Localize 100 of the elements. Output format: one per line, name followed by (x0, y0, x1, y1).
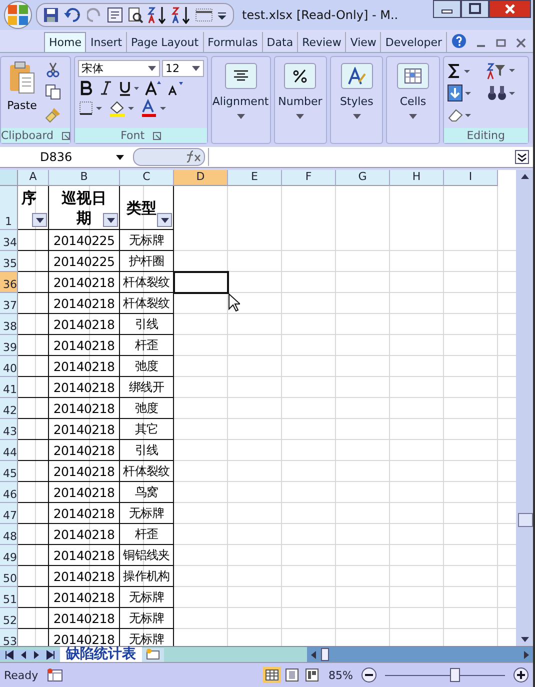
column-header[interactable]: H (390, 170, 444, 186)
column-header[interactable]: G (336, 170, 390, 186)
scroll-down-icon[interactable] (520, 635, 530, 643)
column-header[interactable]: A (18, 170, 49, 186)
page-break-icon[interactable] (302, 667, 321, 683)
column-header[interactable]: B (49, 170, 120, 186)
sort-filter-icon[interactable] (486, 62, 516, 80)
brush-icon[interactable] (45, 106, 61, 123)
underline-icon[interactable] (118, 80, 140, 96)
ribbon-group-button[interactable]: Cells (386, 56, 440, 144)
column-header[interactable]: C (120, 170, 174, 186)
scroll-left-icon[interactable] (310, 650, 318, 660)
sum-icon[interactable] (446, 63, 473, 80)
copy-icon[interactable] (45, 84, 61, 100)
row-header[interactable]: 34 (0, 230, 18, 251)
caret-icon (192, 66, 200, 71)
binoculars-icon[interactable] (486, 84, 516, 102)
table-cell: 20140218 (49, 461, 120, 482)
scroll-up-icon[interactable] (520, 173, 530, 181)
fill-color-icon[interactable] (108, 99, 136, 117)
font-color-icon[interactable] (140, 99, 168, 117)
table-cell: 杆体裂纹 (120, 293, 174, 314)
macro-record-icon[interactable] (46, 668, 64, 682)
active-cell[interactable] (173, 271, 229, 294)
column-header[interactable]: D (174, 170, 228, 186)
row-header[interactable]: 42 (0, 398, 18, 419)
sort-descending-icon[interactable] (171, 6, 191, 24)
help-icon[interactable] (451, 33, 467, 49)
horizontal-scrollbar[interactable] (307, 647, 533, 662)
row-header[interactable]: 50 (0, 566, 18, 587)
row-header[interactable]: 41 (0, 377, 18, 398)
column-header[interactable]: I (444, 170, 498, 186)
grow-font-icon[interactable] (144, 80, 162, 96)
paste-button[interactable]: Paste (5, 59, 39, 126)
row-header[interactable]: 36 (0, 272, 18, 293)
filter-button[interactable] (32, 213, 47, 227)
font-size-field[interactable]: 12 (162, 60, 204, 77)
row-header[interactable]: 46 (0, 482, 18, 503)
scroll-thumb[interactable] (518, 513, 533, 527)
last-sheet-icon[interactable] (46, 650, 56, 660)
close-icon (503, 3, 517, 15)
insert-function-button[interactable] (133, 148, 205, 166)
close-button[interactable] (489, 0, 531, 18)
sheet-tab[interactable]: 缺陷统计表 (60, 647, 142, 662)
row-header[interactable]: 43 (0, 419, 18, 440)
undo-icon[interactable] (63, 7, 83, 23)
table-icon[interactable] (195, 7, 213, 23)
table-cell: 20140218 (49, 440, 120, 461)
row-header[interactable]: 35 (0, 251, 18, 272)
row-header[interactable]: 51 (0, 587, 18, 608)
form-icon[interactable] (107, 7, 123, 23)
first-sheet-icon[interactable] (4, 650, 14, 660)
insert-sheet-button[interactable] (142, 648, 164, 662)
ribbon-group-button[interactable]: Styles (330, 56, 384, 144)
dialog-launcher-icon[interactable] (62, 132, 70, 140)
row-header[interactable]: 44 (0, 440, 18, 461)
filter-button[interactable] (157, 213, 172, 227)
row-header[interactable]: 49 (0, 545, 18, 566)
office-button[interactable] (4, 1, 32, 29)
expand-icon[interactable] (515, 150, 529, 164)
font-name-field[interactable]: 宋体 (78, 60, 160, 77)
close-icon[interactable] (515, 37, 527, 49)
scroll-right-icon[interactable] (522, 650, 530, 660)
borders-icon[interactable] (78, 100, 104, 116)
minimize-button[interactable] (433, 0, 461, 18)
filter-button[interactable] (103, 213, 118, 227)
save-icon[interactable] (43, 7, 59, 23)
row-header[interactable]: 47 (0, 503, 18, 524)
row-header[interactable]: 53 (0, 629, 18, 646)
maximize-button[interactable] (461, 0, 489, 18)
shrink-font-icon[interactable] (166, 80, 184, 96)
vertical-scrollbar[interactable] (516, 170, 533, 646)
fill-down-icon[interactable] (446, 84, 473, 102)
zoom-in-icon[interactable] (513, 667, 529, 683)
column-header[interactable]: E (228, 170, 282, 186)
row-header[interactable]: 45 (0, 461, 18, 482)
cut-icon[interactable] (45, 62, 61, 78)
eraser-icon[interactable] (446, 106, 473, 123)
zoom-slider[interactable] (450, 668, 460, 682)
name-box[interactable]: D836 (0, 150, 130, 164)
page-layout-icon[interactable] (282, 667, 301, 683)
restore-icon[interactable] (495, 37, 507, 49)
row-header[interactable]: 38 (0, 314, 18, 335)
normal-view-icon[interactable] (262, 667, 281, 683)
row-header[interactable]: 1 (0, 186, 18, 230)
print-preview-icon[interactable] (127, 7, 143, 23)
sort-ascending-icon[interactable] (147, 6, 167, 24)
ribbon-group-button[interactable]: Alignment (210, 56, 271, 144)
row-header[interactable]: 48 (0, 524, 18, 545)
scroll-thumb[interactable] (321, 648, 329, 661)
dialog-launcher-icon[interactable] (152, 132, 161, 140)
row-header[interactable]: 40 (0, 356, 18, 377)
row-header[interactable]: 39 (0, 335, 18, 356)
row-header[interactable]: 37 (0, 293, 18, 314)
ribbon-tab[interactable]: Home (44, 32, 86, 52)
column-header[interactable]: F (282, 170, 336, 186)
zoom-level[interactable]: 85% (328, 668, 353, 682)
row-header[interactable]: 52 (0, 608, 18, 629)
ribbon-group-button[interactable]: Number (274, 56, 327, 144)
zoom-out-icon[interactable] (361, 667, 377, 683)
